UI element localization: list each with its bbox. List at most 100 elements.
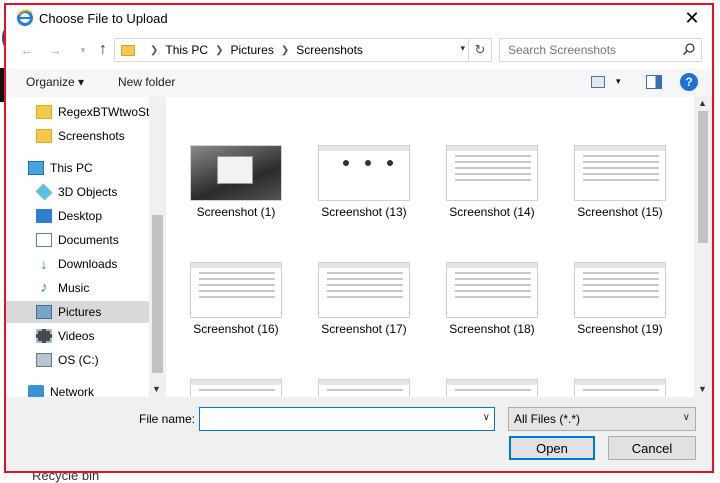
search-icon[interactable] [682,42,696,56]
command-bar: Organize ▾ New folder ▾ ? [6,69,712,97]
nav-item-label: Screenshots [58,129,125,143]
downloads-icon: ↓ [40,256,48,272]
nav-item-network[interactable]: Network [28,381,166,397]
address-dropdown-icon[interactable]: ▾ [460,43,465,54]
nav-item-label: Network [50,385,95,397]
forward-button[interactable]: → [44,39,66,61]
nav-item-music[interactable]: ♪ Music [36,277,166,299]
change-view-icon[interactable] [591,76,605,88]
file-upload-dialog: Choose File to Upload ✕ ← → ▾ ↑ ❯ This P… [4,3,714,473]
nav-item-downloads[interactable]: ↓ Downloads [36,253,166,275]
chevron-down-icon[interactable]: ∨ [483,412,490,423]
search-input[interactable] [506,39,680,61]
help-icon[interactable]: ? [680,73,698,91]
file-thumbnail [318,379,410,397]
navigation-scroll-thumb[interactable] [152,215,163,373]
file-thumbnail [574,262,666,318]
file-list: Screenshot (1) Screenshot (13) Screensho… [166,97,694,397]
file-item-label: Screenshot (15) [577,205,663,219]
file-item-label: Screenshot (14) [449,205,535,219]
file-type-select[interactable]: All Files (*.*) ∨ [508,407,696,431]
nav-item-os-c[interactable]: OS (C:) [36,349,166,371]
nav-item-regexbtwtwost[interactable]: RegexBTWtwoSt [36,101,166,123]
scroll-up-icon[interactable]: ▲ [698,98,707,108]
file-name-input[interactable] [204,408,478,430]
file-item-label: Screenshot (13) [321,205,407,219]
file-thumbnail [574,379,666,397]
file-thumbnail [190,145,282,201]
navigation-scrollbar[interactable]: ▼ [149,97,166,397]
back-button[interactable]: ← [16,39,38,61]
dialog-title: Choose File to Upload [39,11,168,26]
up-button[interactable]: ↑ [92,39,114,61]
file-thumbnail [190,379,282,397]
open-button[interactable]: Open [509,436,595,460]
preview-pane-icon[interactable] [646,75,662,89]
breadcrumb-separator-icon: ❯ [280,44,290,56]
cancel-button[interactable]: Cancel [608,436,696,460]
breadcrumb-separator-icon: ❯ [150,44,159,56]
file-item-label: Screenshot (18) [449,322,535,336]
file-item-label: Screenshot (19) [577,322,663,336]
documents-icon [36,233,52,247]
videos-icon [36,329,52,343]
nav-item-pictures[interactable]: Pictures [6,301,149,323]
nav-item-desktop[interactable]: Desktop [36,205,166,227]
folder-icon [121,44,135,56]
nav-item-label: Downloads [58,257,118,271]
refresh-icon: ↻ [474,42,486,57]
file-name-combobox: ∨ [199,407,495,431]
arrow-up-icon: ↑ [99,41,107,58]
recent-locations-button[interactable]: ▾ [72,39,94,61]
internet-explorer-icon [17,9,33,26]
new-folder-button[interactable]: New folder [118,75,175,89]
computer-icon [28,161,44,175]
nav-item-label: RegexBTWtwoSt [58,105,150,119]
dialog-footer: File name: ∨ All Files (*.*) ∨ Open Canc… [6,397,712,471]
nav-item-label: Desktop [58,209,103,223]
nav-item-label: Pictures [58,305,102,319]
title-bar: Choose File to Upload ✕ [6,5,712,33]
folder-icon [36,105,52,119]
nav-item-label: OS (C:) [58,353,99,367]
breadcrumb-separator-icon: ❯ [215,44,224,56]
search-box [499,38,702,62]
nav-item-this-pc[interactable]: This PC [28,157,166,179]
refresh-button[interactable]: ↻ [468,39,491,61]
breadcrumb-screenshots[interactable]: Screenshots [296,43,363,57]
nav-item-label: This PC [50,161,93,175]
nav-item-label: Videos [58,329,95,343]
breadcrumb-this-pc[interactable]: This PC [165,43,208,57]
scroll-down-icon[interactable]: ▼ [152,384,161,394]
chevron-down-icon: ▾ [80,44,86,55]
arrow-right-icon: → [48,42,62,58]
desktop-icon [36,209,52,223]
file-thumbnail [446,145,538,201]
file-thumbnail [190,262,282,318]
nav-item-3d-objects[interactable]: 3D Objects [35,181,166,203]
drive-icon [36,353,52,367]
navigation-pane: RegexBTWtwoSt Screenshots This PC 3D Obj… [6,97,166,397]
file-thumbnail [446,262,538,318]
nav-item-videos[interactable]: Videos [36,325,166,347]
music-icon: ♪ [40,279,48,296]
file-list-scrollbar[interactable]: ▲ ▼ [694,97,712,397]
file-thumbnail [318,262,410,318]
scroll-down-icon[interactable]: ▼ [698,384,707,394]
3d-objects-icon [35,183,53,201]
file-type-value: All Files (*.*) [514,412,581,426]
view-options-chevron-icon[interactable]: ▾ [616,76,621,87]
address-bar[interactable]: ❯ This PC ❯ Pictures ❯ Screenshots ▾ ↻ [114,38,492,62]
organize-menu[interactable]: Organize ▾ [26,75,84,89]
nav-item-documents[interactable]: Documents [36,229,166,251]
file-thumbnail [318,145,410,201]
close-button[interactable]: ✕ [672,5,712,31]
file-item-label: Screenshot (17) [321,322,407,336]
nav-item-screenshots[interactable]: Screenshots [36,125,166,147]
folder-icon [36,129,52,143]
breadcrumb-pictures[interactable]: Pictures [230,43,273,57]
chevron-down-icon: ∨ [682,412,690,423]
file-item-label: Screenshot (1) [196,205,276,219]
file-list-scroll-thumb[interactable] [698,111,708,243]
file-thumbnail [574,145,666,201]
